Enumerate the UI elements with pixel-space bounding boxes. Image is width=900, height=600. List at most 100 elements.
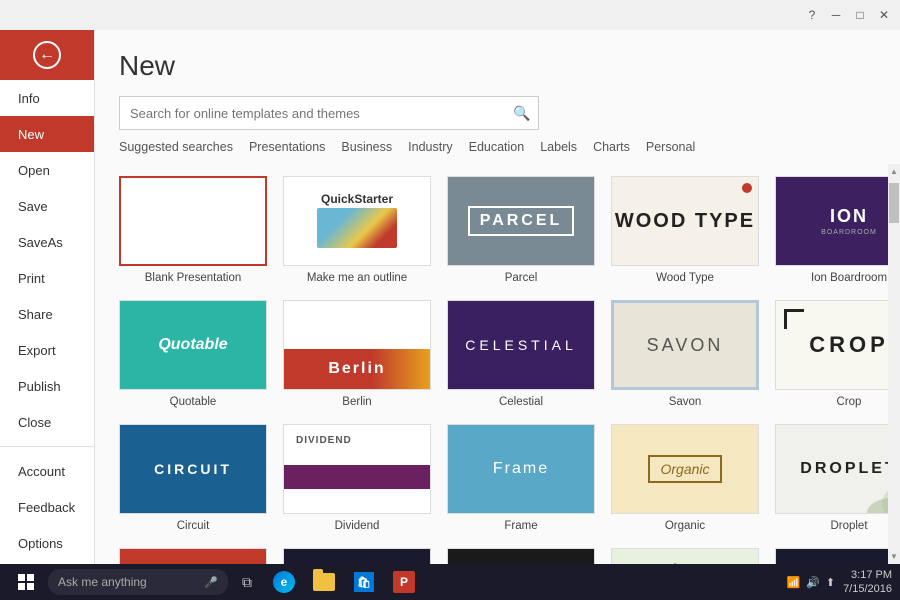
filter-education[interactable]: Education <box>469 140 525 154</box>
template-thumb-parcel: PARCEL <box>447 176 595 266</box>
template-thumb-quickstarter: QuickStarter <box>283 176 431 266</box>
template-parcel[interactable]: PARCEL Parcel <box>447 176 595 284</box>
title-bar: ? ─ □ ✕ <box>0 0 900 30</box>
template-name-savon: Savon <box>669 396 702 408</box>
sidebar-item-save[interactable]: Save <box>0 188 94 224</box>
template-name-dividend: Dividend <box>335 520 380 532</box>
template-celestial[interactable]: CELESTIAL Celestial <box>447 300 595 408</box>
template-mainevent[interactable]: MAINEVENT Main Event <box>119 548 267 564</box>
search-button[interactable]: 🔍 <box>506 97 538 129</box>
sidebar-item-info[interactable]: Info <box>0 80 94 116</box>
filter-business[interactable]: Business <box>341 140 392 154</box>
template-savon[interactable]: SAVON Savon <box>611 300 759 408</box>
taskbar-right: 📶 🔊 ⬆ 3:17 PM 7/15/2016 <box>786 568 892 597</box>
filter-links: Suggested searches Presentations Busines… <box>119 140 876 154</box>
sidebar-item-saveas[interactable]: SaveAs <box>0 224 94 260</box>
back-button[interactable]: ← <box>0 30 94 80</box>
template-thumb-ion: ION BOARDROOM <box>775 176 888 266</box>
scroll-down-arrow[interactable]: ▼ <box>887 549 900 564</box>
task-view-button[interactable]: ⧉ <box>232 567 262 597</box>
edge-icon: e <box>273 571 295 593</box>
template-name-parcel: Parcel <box>505 272 538 284</box>
template-thumb-berlin: Berlin <box>283 300 431 390</box>
network-icon[interactable]: 📶 <box>786 576 800 589</box>
powerpoint-button[interactable]: P <box>386 567 422 597</box>
help-button[interactable]: ? <box>804 7 820 23</box>
filter-presentations[interactable]: Presentations <box>249 140 325 154</box>
template-thumb-celestial: CELESTIAL <box>447 300 595 390</box>
sidebar-item-account[interactable]: Account <box>0 453 94 489</box>
template-thumb-mainevent: MAINEVENT <box>119 548 267 564</box>
sidebar-item-publish[interactable]: Publish <box>0 368 94 404</box>
page-title: New <box>119 50 876 82</box>
sidebar-item-options[interactable]: Options <box>0 525 94 561</box>
taskbar-search[interactable]: Ask me anything 🎤 <box>48 569 228 595</box>
filter-charts[interactable]: Charts <box>593 140 630 154</box>
close-button[interactable]: ✕ <box>876 7 892 23</box>
template-droplet[interactable]: DROPLET Droplet <box>775 424 888 532</box>
restore-button[interactable]: □ <box>852 7 868 23</box>
template-circuit[interactable]: CIRCUIT Circuit <box>119 424 267 532</box>
filter-labels[interactable]: Labels <box>540 140 577 154</box>
store-button[interactable]: 🛍 <box>346 567 382 597</box>
taskbar-clock[interactable]: 3:17 PM 7/15/2016 <box>843 568 892 597</box>
store-icon: 🛍 <box>354 572 374 592</box>
taskbar-search-text: Ask me anything <box>58 575 198 589</box>
template-blank[interactable]: Blank Presentation <box>119 176 267 284</box>
sidebar: ← Info New Open Save SaveAs Print Share … <box>0 30 95 564</box>
template-name-quotable: Quotable <box>170 396 217 408</box>
template-thumb-organic: Organic <box>611 424 759 514</box>
filter-personal[interactable]: Personal <box>646 140 695 154</box>
template-name-organic: Organic <box>665 520 705 532</box>
filter-industry[interactable]: Industry <box>408 140 452 154</box>
template-frame[interactable]: Frame Frame <box>447 424 595 532</box>
template-thumb-savon: SAVON <box>611 300 759 390</box>
back-arrow-icon: ← <box>33 41 61 69</box>
template-mesh[interactable]: MESH MESH <box>447 548 595 564</box>
sidebar-item-close[interactable]: Close <box>0 404 94 440</box>
template-quickstarter[interactable]: QuickStarter Make me an outline <box>283 176 431 284</box>
template-berlin[interactable]: Berlin Berlin <box>283 300 431 408</box>
minimize-button[interactable]: ─ <box>828 7 844 23</box>
template-name-circuit: Circuit <box>177 520 210 532</box>
start-button[interactable] <box>8 567 44 597</box>
sidebar-divider <box>0 446 94 447</box>
search-input[interactable] <box>120 100 506 127</box>
file-explorer-button[interactable] <box>306 567 342 597</box>
volume-icon[interactable]: 🔊 <box>806 576 820 589</box>
sidebar-item-open[interactable]: Open <box>0 152 94 188</box>
scroll-up-arrow[interactable]: ▲ <box>887 164 900 179</box>
scrollbar[interactable]: ▲ ▼ <box>888 164 900 564</box>
template-ion[interactable]: ION BOARDROOM Ion Boardroom <box>775 176 888 284</box>
template-facet[interactable]: Facet Facet <box>611 548 759 564</box>
file-explorer-icon <box>313 573 335 591</box>
template-woodtype[interactable]: WOOD TYPE Wood Type <box>611 176 759 284</box>
taskbar: Ask me anything 🎤 ⧉ e 🛍 P 📶 🔊 ⬆ 3:17 PM … <box>0 564 900 600</box>
template-thumb-facet: Facet <box>611 548 759 564</box>
sidebar-item-new[interactable]: New <box>0 116 94 152</box>
template-quotable[interactable]: Quotable Quotable <box>119 300 267 408</box>
sidebar-item-print[interactable]: Print <box>0 260 94 296</box>
content-area: New 🔍 Suggested searches Presentations B… <box>95 30 900 564</box>
sidebar-item-share[interactable]: Share <box>0 296 94 332</box>
template-vaportrail[interactable]: VAPOR TRAIL Vapor Trail <box>775 548 888 564</box>
system-tray-icons: 📶 🔊 ⬆ <box>786 576 835 589</box>
template-grid-container: Blank Presentation QuickStarter Make me … <box>95 164 888 564</box>
scroll-thumb[interactable] <box>889 183 899 223</box>
template-organic[interactable]: Organic Organic <box>611 424 759 532</box>
template-ion2[interactable]: ION ION <box>283 548 431 564</box>
template-thumb-blank <box>119 176 267 266</box>
template-dividend[interactable]: DIVIDEND Dividend <box>283 424 431 532</box>
sidebar-item-export[interactable]: Export <box>0 332 94 368</box>
content-header: New 🔍 Suggested searches Presentations B… <box>95 30 900 164</box>
clock-date: 7/15/2016 <box>843 582 892 596</box>
template-thumb-crop: CROP <box>775 300 888 390</box>
edge-browser-icon[interactable]: e <box>266 567 302 597</box>
template-thumb-mesh: MESH <box>447 548 595 564</box>
filter-suggested[interactable]: Suggested searches <box>119 140 233 154</box>
template-name-droplet: Droplet <box>830 520 867 532</box>
template-name-celestial: Celestial <box>499 396 543 408</box>
sidebar-item-feedback[interactable]: Feedback <box>0 489 94 525</box>
template-thumb-vaportrail: VAPOR TRAIL <box>775 548 888 564</box>
template-crop[interactable]: CROP Crop <box>775 300 888 408</box>
